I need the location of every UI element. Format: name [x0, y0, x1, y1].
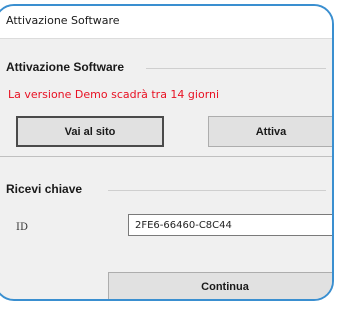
activation-group-title: Attivazione Software [6, 60, 125, 74]
id-field[interactable] [128, 214, 332, 236]
visit-site-button[interactable]: Vai al sito [16, 116, 164, 147]
window-title: Attivazione Software [6, 14, 120, 27]
activate-button[interactable]: Attiva [208, 116, 332, 147]
activation-dialog: Attivazione Software Attivazione Softwar… [0, 4, 334, 301]
key-group-title: Ricevi chiave [6, 182, 83, 196]
activation-group-line [146, 68, 326, 69]
key-group-line [108, 190, 326, 191]
id-label: ID [16, 222, 28, 233]
title-bar: Attivazione Software [0, 6, 332, 39]
demo-expiry-notice: La versione Demo scadrà tra 14 giorni [8, 88, 220, 101]
section-separator [0, 156, 332, 157]
continue-button[interactable]: Continua [108, 272, 332, 299]
